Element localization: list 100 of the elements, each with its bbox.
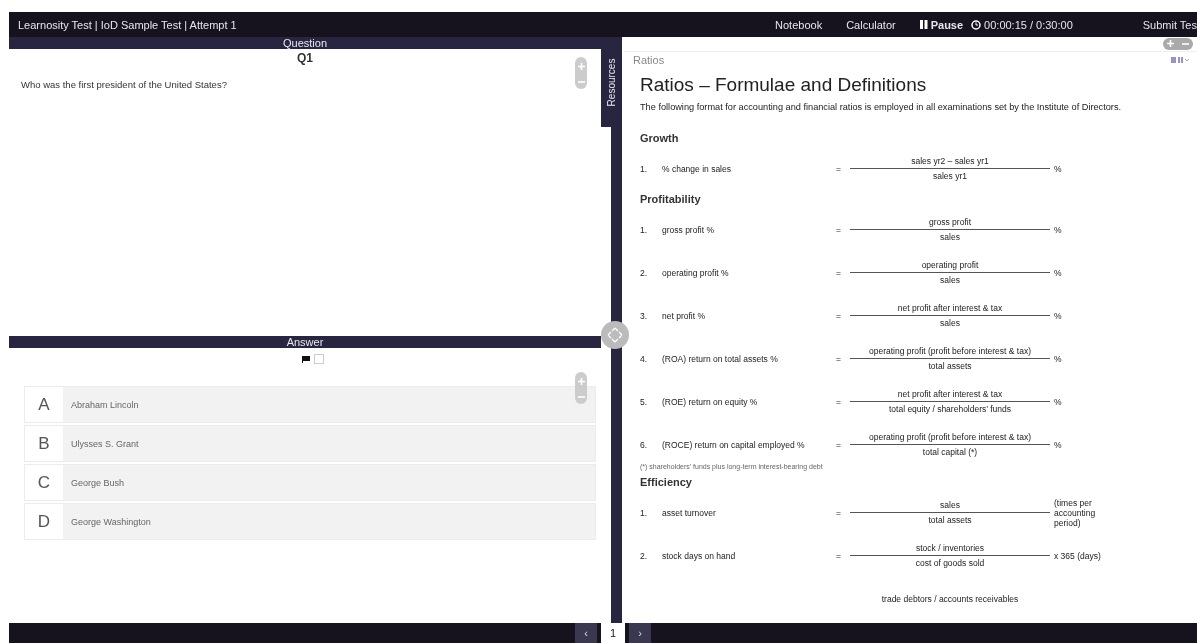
resource-heading: Ratios – Formulae and Definitions bbox=[640, 74, 928, 96]
numerator: operating profit bbox=[921, 259, 979, 272]
item-number: 3. bbox=[640, 310, 649, 321]
numerator: trade debtors / accounts receivables bbox=[881, 592, 1019, 606]
item-number: 1. bbox=[640, 163, 649, 174]
ratio-unit: % bbox=[1053, 267, 1063, 278]
equals-sign: = bbox=[836, 396, 842, 407]
zoom-control[interactable] bbox=[575, 57, 587, 89]
section-title: Efficiency bbox=[640, 476, 693, 488]
ratio-label: net profit % bbox=[662, 310, 706, 321]
toolbar-link[interactable]: Notebook bbox=[775, 18, 823, 31]
item-number: 4. bbox=[640, 353, 649, 364]
denominator: sales bbox=[940, 274, 960, 287]
numerator: sales yr2 – sales yr1 bbox=[911, 155, 989, 168]
timer[interactable]: 00:00:15 / 0:30:00 bbox=[971, 18, 1073, 31]
resource-title: Ratios bbox=[633, 53, 665, 66]
ratio-label: operating profit % bbox=[662, 267, 730, 278]
minus-icon bbox=[1182, 42, 1189, 45]
zoom-control[interactable] bbox=[1163, 37, 1193, 50]
question-text: Who was the first president of the United States? bbox=[21, 79, 227, 90]
option-text: Ulysses S. Grant bbox=[70, 437, 139, 451]
next-page-button[interactable]: › bbox=[629, 623, 651, 643]
equals-sign: = bbox=[836, 353, 842, 364]
resources-tab[interactable]: Resources bbox=[601, 37, 622, 127]
denominator: sales yr1 bbox=[933, 170, 967, 183]
equals-sign: = bbox=[836, 163, 842, 174]
intro-text: The following format for accounting and financial ratios is employed in all examinations set by the Institute of Directors. bbox=[640, 102, 1123, 112]
ratio-unit: % bbox=[1053, 439, 1063, 450]
denominator: total capital (*) bbox=[922, 446, 978, 459]
option-letter: B bbox=[25, 426, 63, 461]
ratio-label: (ROE) return on equity % bbox=[662, 396, 759, 407]
pause-button[interactable]: Pause bbox=[919, 18, 964, 31]
plus-icon bbox=[577, 377, 585, 385]
equals-sign: = bbox=[836, 310, 842, 321]
answer-header: Answer bbox=[9, 336, 601, 348]
zoom-control[interactable] bbox=[575, 372, 587, 404]
numerator: stock / inventories bbox=[916, 542, 984, 555]
pause-icon bbox=[919, 20, 928, 29]
previous-page-button[interactable]: ‹ bbox=[575, 623, 597, 643]
item-number: 2. bbox=[640, 550, 649, 561]
item-number: 5. bbox=[640, 396, 649, 407]
equals-sign: = bbox=[836, 550, 842, 561]
option-letter: D bbox=[25, 504, 63, 539]
item-number: 1. bbox=[640, 224, 649, 235]
test-title: Learnosity Test | IoD Sample Test | Attempt 1 bbox=[18, 18, 238, 31]
arrows-icon bbox=[606, 326, 624, 344]
numerator: operating profit (profit before interest & tax) bbox=[868, 345, 1032, 358]
minus-icon bbox=[577, 81, 585, 84]
option-letter: C bbox=[25, 465, 63, 500]
denominator: sales bbox=[940, 231, 960, 244]
section-title: Profitability bbox=[640, 193, 702, 205]
answer-option[interactable]: A Abraham Lincoln bbox=[24, 386, 596, 423]
ratio-label: (ROCE) return on capital employed % bbox=[662, 439, 806, 450]
numerator: gross profit bbox=[928, 216, 971, 229]
ratio-unit: % bbox=[1053, 163, 1063, 174]
plus-icon bbox=[577, 62, 585, 70]
resize-handle[interactable] bbox=[601, 321, 629, 349]
item-number: 1. bbox=[640, 507, 649, 518]
ratio-unit: % bbox=[1053, 396, 1063, 407]
question-number: Q1 bbox=[296, 51, 314, 65]
ratio-unit: % bbox=[1053, 310, 1063, 321]
ratio-unit: % bbox=[1053, 353, 1063, 364]
page-number-button[interactable]: 1 bbox=[601, 623, 625, 643]
ratio-label: stock days on hand bbox=[662, 550, 737, 561]
denominator: total assets bbox=[928, 360, 972, 373]
ratio-unit: x 365 (days) bbox=[1053, 550, 1102, 561]
ratio-label: asset turnover bbox=[662, 507, 717, 518]
equals-sign: = bbox=[836, 224, 842, 235]
item-number: 2. bbox=[640, 267, 649, 278]
answer-option[interactable]: B Ulysses S. Grant bbox=[24, 425, 596, 462]
option-text: George Bush bbox=[70, 476, 125, 490]
ratio-label: (ROA) return on total assets % bbox=[662, 353, 779, 364]
ratio-label: % change in sales bbox=[662, 163, 732, 174]
ratio-unit: (times per accounting period) bbox=[1053, 497, 1097, 528]
flag-icon bbox=[301, 355, 310, 363]
numerator: net profit after interest & tax bbox=[897, 388, 1003, 401]
equals-sign: = bbox=[836, 267, 842, 278]
numerator: sales bbox=[940, 499, 960, 512]
denominator: total assets bbox=[928, 514, 972, 527]
toolbar-link[interactable]: Calculator bbox=[846, 18, 896, 31]
answer-option[interactable]: C George Bush bbox=[24, 464, 596, 501]
answer-option[interactable]: D George Washington bbox=[24, 503, 596, 540]
option-text: Abraham Lincoln bbox=[70, 398, 139, 412]
numerator: operating profit (profit before interest & tax) bbox=[868, 431, 1032, 444]
divider-bar[interactable] bbox=[611, 127, 622, 623]
equals-sign: = bbox=[836, 507, 842, 518]
layout-icon[interactable] bbox=[1171, 55, 1191, 64]
option-text: George Washington bbox=[70, 515, 151, 529]
plus-icon bbox=[1167, 40, 1174, 48]
ratio-unit: % bbox=[1053, 224, 1063, 235]
denominator: sales bbox=[940, 317, 960, 330]
clock-icon bbox=[971, 19, 982, 30]
denominator: cost of goods sold bbox=[915, 557, 985, 570]
section-title: Growth bbox=[640, 132, 680, 144]
flag-checkbox[interactable] bbox=[313, 354, 324, 364]
equals-sign: = bbox=[836, 439, 842, 450]
question-header: Question bbox=[9, 37, 601, 49]
option-letter: A bbox=[25, 387, 63, 422]
submit-link[interactable]: Submit Tes bbox=[1142, 18, 1197, 31]
denominator: total equity / shareholders’ funds bbox=[888, 403, 1012, 416]
